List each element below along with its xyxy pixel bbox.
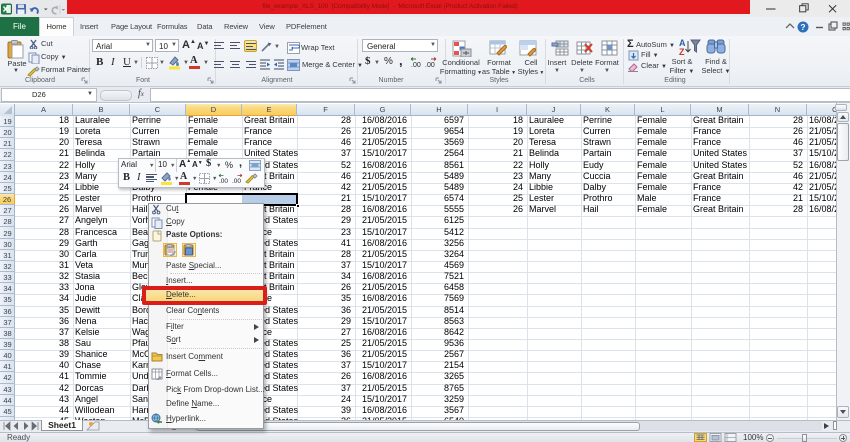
svg-text:?: ? xyxy=(800,22,805,32)
svg-text:Z: Z xyxy=(679,47,685,56)
svg-text:.00: .00 xyxy=(219,178,228,184)
svg-text:.00: .00 xyxy=(232,178,241,184)
svg-text:.00: .00 xyxy=(411,62,421,68)
